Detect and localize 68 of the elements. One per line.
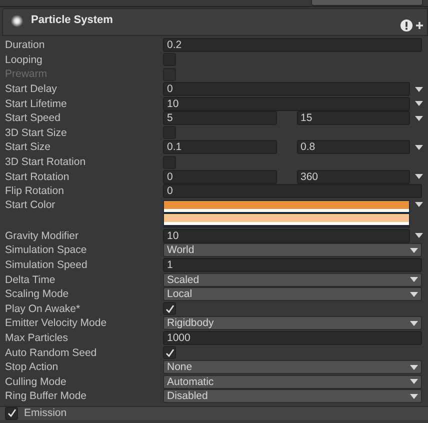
number-field[interactable]: 10 — [163, 96, 410, 111]
caret-icon[interactable] — [410, 248, 418, 253]
caret-icon[interactable] — [410, 379, 418, 384]
glow-dot-icon — [11, 15, 23, 27]
number-field[interactable]: 0.2 — [163, 38, 422, 52]
number-field[interactable]: 0 — [163, 184, 422, 198]
property-label: Simulation Space — [5, 244, 88, 256]
caret-icon[interactable] — [415, 144, 423, 150]
property-label: Simulation Speed — [5, 259, 88, 272]
color-swatch[interactable] — [164, 200, 409, 209]
caret-icon[interactable] — [415, 174, 423, 180]
number-field[interactable]: 0 — [163, 170, 276, 184]
caret-icon[interactable] — [415, 101, 423, 106]
number-field[interactable]: 0.8 — [296, 140, 410, 154]
property-label: Play On Awake* — [5, 302, 82, 315]
property-label: Culling Mode — [5, 376, 68, 388]
property-label: Max Particles — [5, 332, 70, 344]
caret-icon[interactable] — [415, 86, 423, 92]
number-field[interactable]: 5 — [163, 111, 276, 126]
caret-icon[interactable] — [410, 277, 418, 282]
property-label: 3D Start Size — [5, 126, 68, 139]
property-label: Stop Action — [5, 361, 60, 374]
color-swatch[interactable] — [164, 214, 409, 222]
checkbox[interactable] — [163, 346, 176, 360]
number-field[interactable]: 15 — [296, 111, 410, 126]
dropdown[interactable]: Local — [163, 287, 422, 302]
property-label: Start Speed — [5, 112, 62, 124]
caret-icon[interactable] — [410, 394, 418, 399]
number-field[interactable]: 360 — [296, 170, 410, 184]
plus-icon[interactable] — [416, 22, 423, 29]
number-field[interactable]: 1000 — [163, 330, 422, 345]
property-label: Looping — [5, 54, 44, 66]
property-label: Delta Time — [5, 274, 56, 286]
property-label: Start Color — [5, 198, 56, 211]
dropdown[interactable]: World — [163, 243, 422, 258]
caret-icon[interactable] — [415, 233, 423, 238]
caret-icon[interactable] — [415, 202, 423, 207]
module-header[interactable]: Emission — [0, 406, 428, 420]
dropdown[interactable]: Rigidbody — [163, 316, 422, 330]
caret-icon[interactable] — [410, 292, 418, 297]
dropdown[interactable]: None — [163, 360, 422, 374]
property-label: Scaling Mode — [5, 288, 70, 300]
property-label: 3D Start Rotation — [5, 156, 87, 168]
property-label: Start Rotation — [5, 170, 70, 183]
number-field[interactable]: 10 — [163, 228, 410, 243]
checkbox[interactable] — [163, 302, 176, 316]
property-label: Start Delay — [5, 83, 58, 96]
module-title: Emission — [24, 407, 67, 420]
checkbox[interactable] — [5, 406, 18, 420]
caret-icon[interactable] — [410, 364, 418, 370]
caret-icon[interactable] — [415, 116, 423, 121]
dropdown[interactable]: Disabled — [163, 389, 422, 404]
number-field[interactable]: 1 — [163, 258, 422, 272]
caret-icon[interactable] — [410, 320, 418, 326]
property-label: Auto Random Seed — [5, 346, 98, 359]
dropdown[interactable]: Automatic — [163, 374, 422, 389]
dropdown[interactable]: Scaled — [163, 272, 422, 287]
property-label: Start Size — [5, 141, 52, 154]
property-label: Flip Rotation — [5, 185, 65, 198]
component-title: Particle System — [31, 14, 113, 26]
number-field[interactable]: 0.1 — [163, 140, 276, 154]
help-icon[interactable] — [400, 19, 413, 32]
property-label: Gravity Modifier — [5, 230, 80, 242]
number-field[interactable]: 0 — [163, 82, 410, 96]
property-label: Duration — [5, 39, 46, 52]
property-label: Emitter Velocity Mode — [5, 317, 108, 330]
property-label: Ring Buffer Mode — [5, 390, 88, 402]
property-label: Start Lifetime — [5, 98, 68, 110]
